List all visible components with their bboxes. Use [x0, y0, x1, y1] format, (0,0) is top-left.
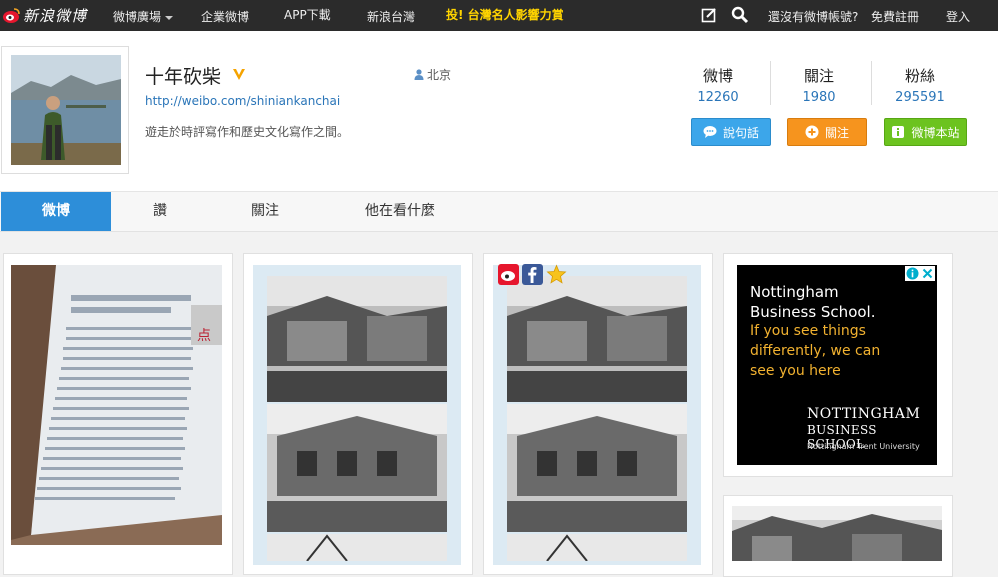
star-favorite-icon[interactable]: [546, 264, 567, 285]
button-label: 關注: [824, 125, 849, 140]
svg-text:点: 点: [197, 328, 211, 344]
nottingham-ad-banner[interactable]: Nottingham Business School. If you see t…: [737, 265, 937, 465]
location-text: 北京: [427, 68, 452, 82]
profile-url-link[interactable]: http://weibo.com/shiniankanchai: [145, 94, 340, 108]
newspaper-photo[interactable]: 点: [11, 265, 222, 545]
ad-brand-university: Nottingham Trent University: [807, 442, 920, 451]
info-icon: [892, 126, 905, 138]
nav-promo-link[interactable]: 投! 台灣名人影響力賞: [446, 6, 564, 23]
stat-label: 關注: [803, 67, 834, 85]
tab-weibo[interactable]: 微博: [1, 192, 111, 231]
weibo-share-icon[interactable]: [498, 264, 519, 285]
stat-value: 1980: [802, 90, 836, 105]
old-street-photo[interactable]: [732, 506, 942, 561]
search-icon[interactable]: [731, 6, 749, 24]
close-icon[interactable]: [920, 266, 935, 281]
ad-brand-name: NOTTINGHAM: [807, 406, 921, 422]
ad-tagline-line: see you here: [750, 363, 841, 379]
ad-controls: [905, 266, 935, 281]
button-label: 說句話: [722, 125, 759, 140]
plus-circle-icon: [805, 125, 819, 139]
stat-label: 粉絲: [904, 67, 935, 85]
ad-headline: Nottingham Business School.: [750, 282, 875, 322]
ad-headline-line: Nottingham: [750, 283, 839, 301]
say-something-button[interactable]: 說句話: [691, 118, 771, 146]
ad-tagline: If you see things differently, we can se…: [750, 321, 880, 381]
share-icons: [498, 264, 567, 285]
stat-value: 295591: [895, 90, 945, 105]
speech-bubble-icon: [703, 126, 717, 138]
nav-sina-taiwan[interactable]: 新浪台灣: [367, 8, 415, 25]
no-account-text: 還沒有微博帳號?: [768, 10, 859, 24]
nav-label: 微博廣場: [113, 10, 162, 24]
old-street-photo[interactable]: [507, 276, 687, 561]
stat-following[interactable]: 關注 1980: [770, 65, 868, 105]
ad-tagline-line: If you see things: [750, 323, 866, 339]
logo-text: 新浪微博: [23, 6, 88, 25]
profile-location: 北京: [414, 66, 451, 83]
weibo-logo[interactable]: 新浪微博: [2, 4, 87, 26]
facebook-share-icon[interactable]: [522, 264, 543, 285]
ad-info-icon[interactable]: [905, 266, 920, 281]
stat-label: 微博: [702, 67, 733, 85]
chevron-down-icon: [165, 15, 174, 20]
profile-name: 十年砍柴: [145, 66, 222, 88]
tab-following[interactable]: 關注: [225, 192, 305, 231]
follow-button[interactable]: 關注: [787, 118, 867, 146]
compose-icon[interactable]: [701, 7, 717, 23]
person-icon: [414, 69, 424, 80]
top-navigation-bar: 新浪微博 微博廣場 企業微博 APP下載 新浪台灣 投! 台灣名人影響力賞 還沒…: [0, 0, 998, 32]
weibo-site-button[interactable]: 微博本站: [884, 118, 967, 146]
nav-enterprise-weibo[interactable]: 企業微博: [201, 8, 249, 25]
login-link[interactable]: 登入: [946, 8, 970, 25]
old-street-photo[interactable]: [267, 276, 447, 561]
stat-weibo[interactable]: 微博 12260: [669, 65, 767, 105]
ad-tagline-line: differently, we can: [750, 343, 881, 359]
avatar-frame: [1, 46, 129, 174]
button-label: 微博本站: [911, 125, 960, 140]
ad-headline-line: Business School.: [750, 303, 876, 321]
nav-weibo-square[interactable]: 微博廣場: [113, 8, 174, 25]
profile-bio: 遊走於時評寫作和歷史文化寫作之間。: [145, 125, 350, 139]
stat-followers[interactable]: 粉絲 295591: [871, 65, 969, 105]
nav-app-download[interactable]: APP下載: [284, 6, 331, 23]
tab-likes[interactable]: 讚: [120, 192, 200, 231]
verified-badge-icon: [233, 69, 245, 80]
register-link[interactable]: 免費註冊: [871, 8, 919, 25]
weibo-eye-icon: [3, 8, 20, 23]
tab-watching[interactable]: 他在看什麼: [345, 192, 455, 231]
stat-value: 12260: [697, 90, 739, 105]
profile-tabs: 微博 讚 關注 他在看什麼: [0, 191, 998, 232]
profile-header: 十年砍柴 北京 http://weibo.com/shiniankanchai …: [0, 31, 998, 191]
avatar[interactable]: [11, 55, 121, 165]
